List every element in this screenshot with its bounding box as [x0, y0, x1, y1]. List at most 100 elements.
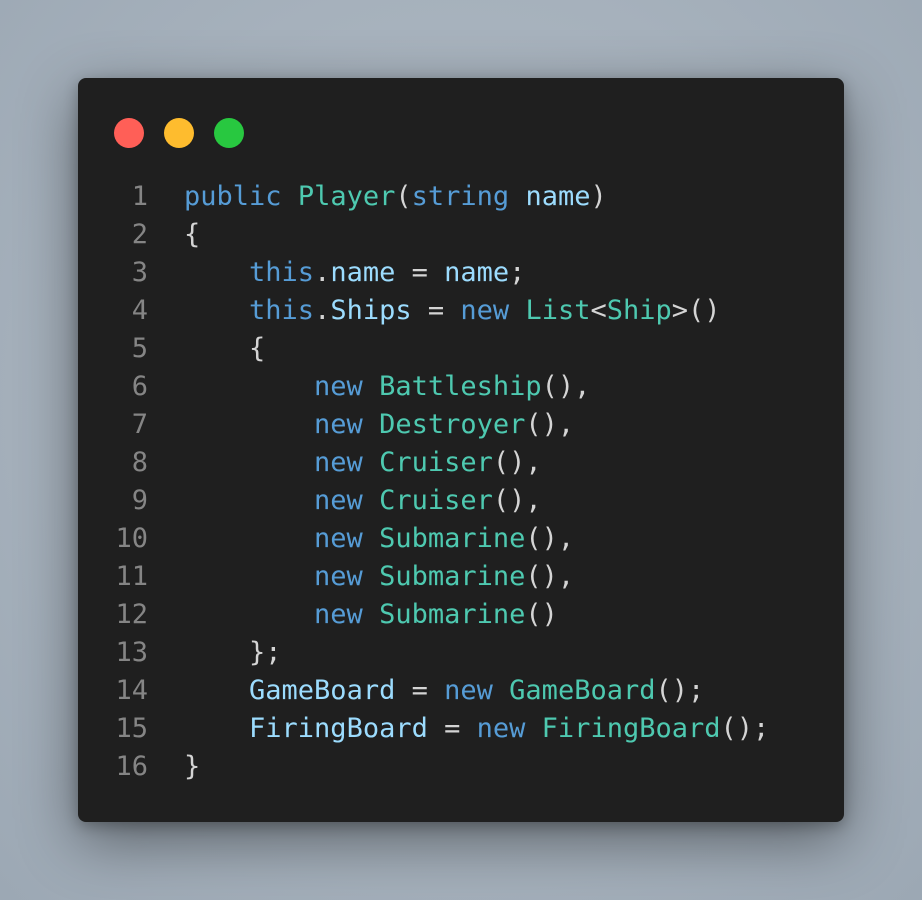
type-token: Ship [606, 295, 672, 326]
line-source: { [148, 216, 200, 254]
code-window: 1 public Player(string name) 2{3 this.name… [78, 78, 844, 822]
punctuation-token [363, 599, 379, 630]
line-number: 1 [131, 181, 148, 212]
punctuation-token [184, 523, 314, 554]
punctuation-token [184, 675, 249, 706]
punctuation-token: (), [525, 523, 575, 554]
type-token: FiringBoard [541, 713, 721, 744]
punctuation-token [363, 447, 379, 478]
punctuation-token: ; [509, 257, 526, 288]
type-token: Cruiser [379, 447, 493, 478]
line-number: 3 [131, 257, 148, 288]
keyword-token: new [314, 523, 363, 554]
code-line: 13 }; [78, 634, 844, 672]
punctuation-token: { [184, 219, 201, 250]
keyword-token: new [314, 409, 363, 440]
code-block: 1 public Player(string name) 2{3 this.name… [78, 178, 844, 786]
punctuation-token [525, 713, 541, 744]
keyword-token: new [314, 561, 363, 592]
code-line: 4 this.Ships = new List<Ship>() [78, 292, 844, 330]
line-source: new Destroyer(), [148, 406, 574, 444]
minimize-icon[interactable] [164, 118, 194, 148]
punctuation-token: (), [525, 561, 575, 592]
punctuation-token [184, 713, 249, 744]
line-source: } [148, 748, 200, 786]
punctuation-token: }; [184, 637, 282, 668]
punctuation-token [363, 485, 379, 516]
type-token: List [525, 295, 591, 326]
code-line: 8 new Cruiser(), [78, 444, 844, 482]
code-line: 6 new Battleship(), [78, 368, 844, 406]
punctuation-token: >() [671, 295, 721, 326]
punctuation-token [493, 675, 509, 706]
line-number: 6 [131, 371, 148, 402]
keyword-token: new [314, 371, 363, 402]
punctuation-token [363, 371, 379, 402]
maximize-icon[interactable] [214, 118, 244, 148]
punctuation-token [363, 409, 379, 440]
line-source: }; [148, 634, 282, 672]
line-number: 15 [115, 713, 148, 744]
type-token: Submarine [379, 561, 526, 592]
keyword-token: public [184, 181, 282, 212]
code-line: 9 new Cruiser(), [78, 482, 844, 520]
punctuation-token: } [184, 751, 201, 782]
punctuation-token [363, 561, 379, 592]
line-number: 4 [131, 295, 148, 326]
code-line: 11 new Submarine(), [78, 558, 844, 596]
identifier-token: Ships [330, 295, 412, 326]
code-line: 12 new Submarine() [78, 596, 844, 634]
line-number: 14 [115, 675, 148, 706]
type-token: Submarine [379, 599, 526, 630]
line-number: 12 [115, 599, 148, 630]
code-line: 14 GameBoard = new GameBoard(); [78, 672, 844, 710]
punctuation-token: { [184, 333, 266, 364]
type-token: Destroyer [379, 409, 526, 440]
punctuation-token [184, 371, 314, 402]
identifier-token: FiringBoard [249, 713, 428, 744]
punctuation-token: (); [655, 675, 705, 706]
identifier-token: name [525, 181, 591, 212]
identifier-token: name [330, 257, 396, 288]
type-token: GameBoard [509, 675, 656, 706]
punctuation-token: = [427, 713, 477, 744]
punctuation-token [184, 485, 314, 516]
line-source: this.Ships = new List<Ship>() [148, 292, 721, 330]
keyword-token: new [476, 713, 526, 744]
line-source: new Submarine() [148, 596, 558, 634]
punctuation-token: ( [395, 181, 412, 212]
line-source: new Submarine(), [148, 558, 574, 596]
punctuation-token [184, 295, 249, 326]
code-line: 15 FiringBoard = new FiringBoard(); [78, 710, 844, 748]
keyword-token: new [314, 447, 363, 478]
code-line: 1 public Player(string name) [78, 178, 844, 216]
code-line: 10 new Submarine(), [78, 520, 844, 558]
line-number: 7 [131, 409, 148, 440]
punctuation-token: () [525, 599, 558, 630]
punctuation-token [282, 181, 298, 212]
keyword-token: new [460, 295, 510, 326]
line-source: new Cruiser(), [148, 482, 542, 520]
punctuation-token [184, 561, 314, 592]
type-token: Submarine [379, 523, 526, 554]
punctuation-token: (), [492, 447, 542, 478]
line-number: 11 [115, 561, 148, 592]
line-source: this.name = name; [148, 254, 525, 292]
punctuation-token: (), [541, 371, 591, 402]
line-number: 8 [131, 447, 148, 478]
keyword-token: new [314, 485, 363, 516]
punctuation-token: = [395, 257, 445, 288]
line-number: 5 [131, 333, 148, 364]
line-source: FiringBoard = new FiringBoard(); [148, 710, 769, 748]
keyword-token: new [444, 675, 493, 706]
line-source: public Player(string name) [148, 178, 607, 216]
keyword-token: this [249, 295, 315, 326]
punctuation-token: < [590, 295, 607, 326]
code-line: 7 new Destroyer(), [78, 406, 844, 444]
line-source: new Submarine(), [148, 520, 574, 558]
close-icon[interactable] [114, 118, 144, 148]
line-source: { [148, 330, 265, 368]
keyword-token: this [249, 257, 315, 288]
punctuation-token [184, 409, 314, 440]
punctuation-token: . [314, 257, 331, 288]
